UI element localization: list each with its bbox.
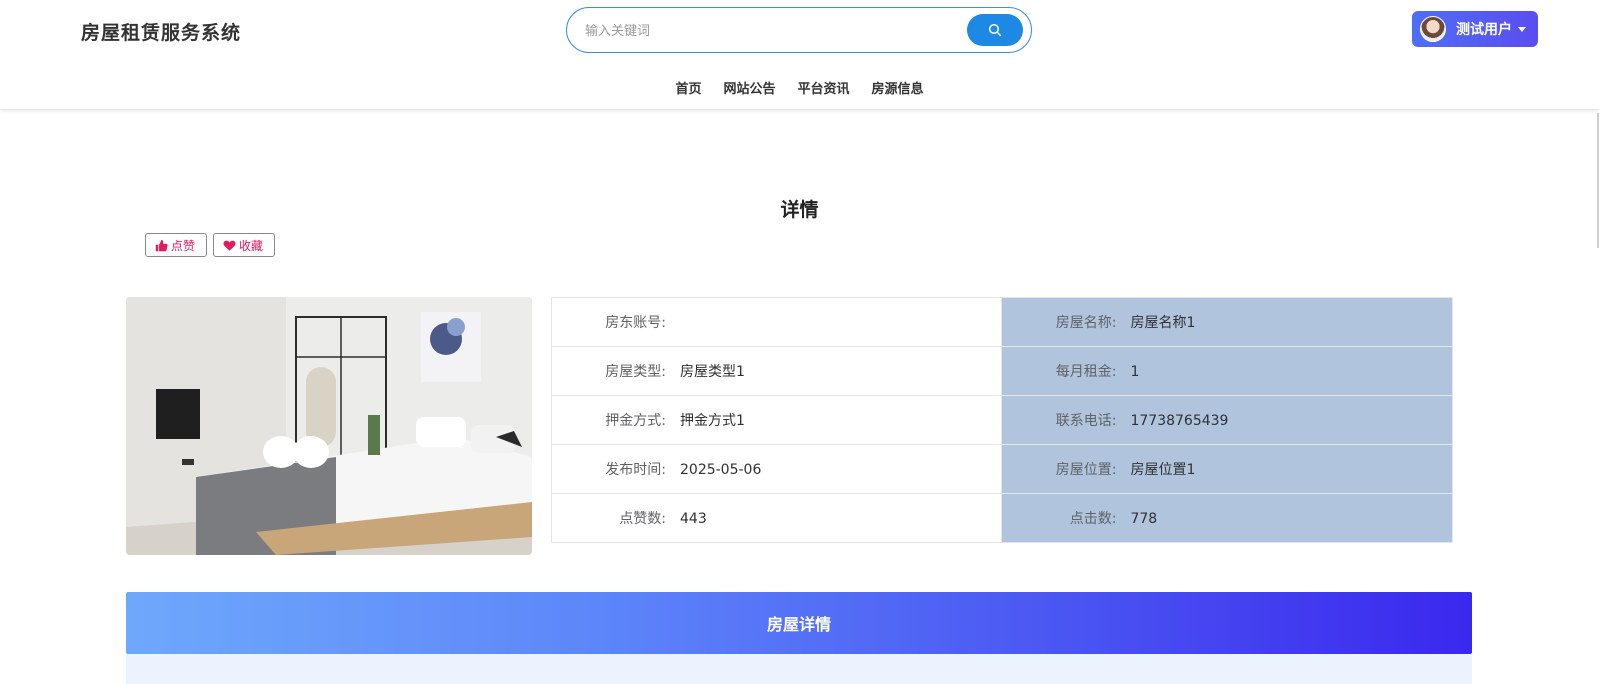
field-value: 17738765439 [1130, 413, 1229, 429]
field-value: 房屋名称1 [1130, 315, 1196, 331]
info-cell: 点赞数: 443 [550, 493, 1003, 543]
field-label: 房屋位置: [1055, 462, 1117, 478]
field-label: 房屋名称: [1055, 315, 1117, 331]
field-value: 443 [680, 511, 707, 527]
site-title: 房屋租赁服务系统 [81, 22, 242, 44]
nav-item-news[interactable]: 平台资讯 [787, 78, 861, 97]
caret-down-icon [1518, 26, 1526, 32]
field-value: 押金方式1 [680, 413, 745, 429]
main-nav: 首页 网站公告 平台资讯 房源信息 [0, 78, 1599, 97]
info-cell: 房屋名称: 房屋名称1 [1001, 297, 1453, 347]
nav-item-listings[interactable]: 房源信息 [861, 78, 935, 97]
field-label: 联系电话: [1055, 413, 1117, 429]
info-cell: 发布时间: 2025-05-06 [550, 444, 1003, 494]
field-label: 点击数: [1069, 511, 1117, 527]
field-value: 2025-05-06 [680, 462, 762, 478]
house-photo [126, 297, 532, 555]
info-cell: 押金方式: 押金方式1 [550, 395, 1003, 445]
field-label: 每月租金: [1055, 364, 1117, 380]
house-info-table: 房东账号: 房屋名称: 房屋名称1 房屋类型: 房屋类型1 每月租金: 1 押金方式:… [550, 297, 1453, 543]
page-title: 详情 [780, 199, 819, 221]
info-cell: 点击数: 778 [1001, 493, 1453, 543]
table-row: 房东账号: 房屋名称: 房屋名称1 [550, 297, 1453, 347]
table-row: 房屋类型: 房屋类型1 每月租金: 1 [550, 346, 1453, 396]
field-label: 房屋类型: [605, 364, 666, 380]
info-cell: 房屋位置: 房屋位置1 [1001, 444, 1453, 494]
section-body [126, 654, 1472, 684]
field-label: 点赞数: [619, 511, 666, 527]
search-button[interactable] [967, 14, 1023, 46]
field-value: 1 [1130, 364, 1140, 380]
search-input[interactable] [585, 19, 945, 43]
search-icon [988, 23, 1002, 37]
like-button[interactable]: 点赞 [145, 233, 207, 257]
heart-icon [223, 240, 236, 251]
nav-item-announcements[interactable]: 网站公告 [712, 78, 786, 97]
like-label: 点赞 [171, 238, 196, 253]
table-row: 点赞数: 443 点击数: 778 [550, 493, 1453, 543]
avatar [1420, 16, 1446, 42]
header: 房屋租赁服务系统 测试用户 首页 网站公告 平台资讯 房源信息 [0, 0, 1599, 110]
info-cell: 房东账号: [550, 297, 1003, 347]
search-box [566, 7, 1032, 53]
field-label: 发布时间: [605, 462, 666, 478]
field-label: 押金方式: [605, 413, 666, 429]
table-row: 押金方式: 押金方式1 联系电话: 17738765439 [550, 395, 1453, 445]
field-label: 房东账号: [605, 315, 666, 331]
favorite-button[interactable]: 收藏 [213, 233, 275, 257]
field-value: 房屋类型1 [680, 364, 745, 380]
info-cell: 房屋类型: 房屋类型1 [550, 346, 1003, 396]
thumbs-up-icon [155, 239, 168, 251]
favorite-label: 收藏 [239, 238, 264, 253]
field-value: 778 [1130, 511, 1158, 527]
section-header: 房屋详情 [126, 592, 1472, 654]
nav-item-home[interactable]: 首页 [664, 78, 712, 97]
field-value: 房屋位置1 [1130, 462, 1196, 478]
user-menu-button[interactable]: 测试用户 [1412, 11, 1538, 47]
table-row: 发布时间: 2025-05-06 房屋位置: 房屋位置1 [550, 444, 1453, 494]
info-cell: 每月租金: 1 [1001, 346, 1453, 396]
user-name: 测试用户 [1456, 22, 1512, 38]
info-cell: 联系电话: 17738765439 [1001, 395, 1453, 445]
